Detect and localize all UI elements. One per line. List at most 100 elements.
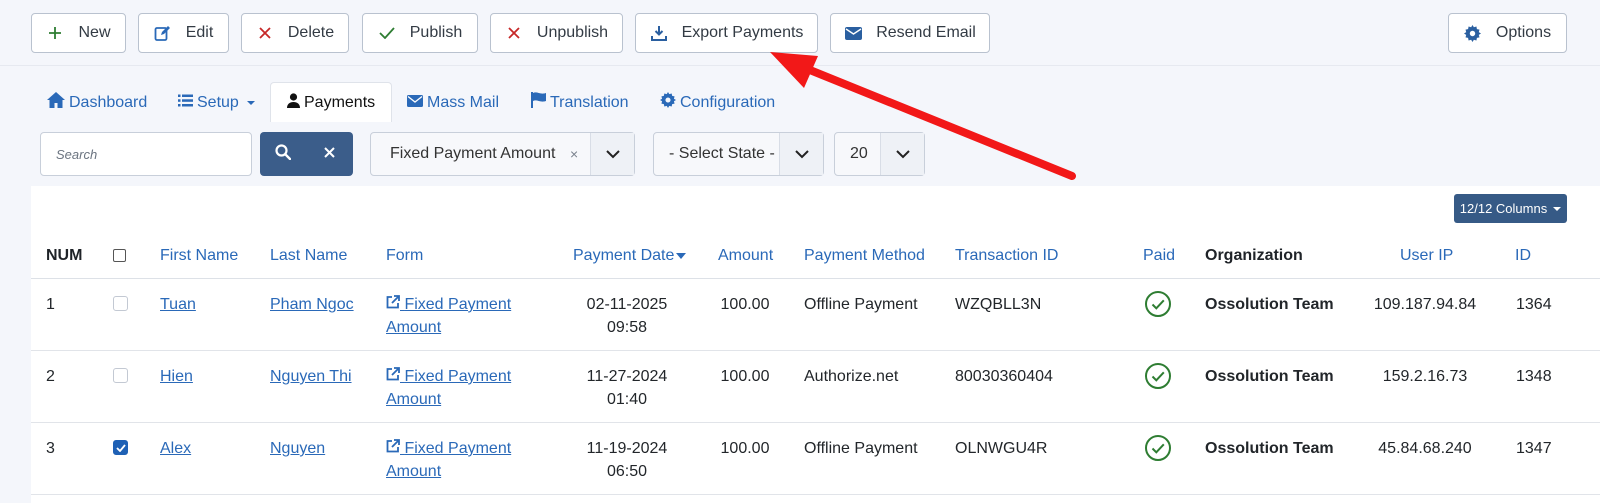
filter-bar: Fixed Payment Amount × - Select State - … (31, 122, 1600, 186)
unpublish-button[interactable]: Unpublish (490, 13, 623, 53)
flag-icon (531, 92, 546, 113)
column-first-name[interactable]: First Name (160, 232, 238, 279)
select-all-checkbox[interactable] (113, 249, 126, 262)
export-payments-button[interactable]: Export Payments (635, 13, 818, 53)
payment-method: Authorize.net (804, 368, 899, 385)
options-button-label: Options (1495, 24, 1552, 41)
column-payment-date[interactable]: Payment Date (573, 232, 686, 279)
payment-date: 11-27-2024 01:40 (577, 365, 677, 411)
user-ip: 159.2.16.73 (1382, 368, 1468, 385)
tab-setup[interactable]: Setup (178, 82, 255, 123)
paid-check-icon[interactable] (1144, 434, 1172, 462)
list-limit-select[interactable]: 20 (834, 132, 925, 176)
external-link-icon (386, 367, 400, 385)
download-icon (650, 24, 668, 42)
first-name-link[interactable]: Hien (160, 365, 193, 388)
payment-date: 11-19-2024 06:50 (577, 437, 677, 483)
transaction-id: OLNWGU4R (955, 440, 1048, 457)
state-filter-value: - Select State - (669, 145, 775, 162)
tab-translation[interactable]: Translation (531, 82, 629, 123)
amount: 100.00 (720, 440, 770, 457)
form-link[interactable]: Fixed Payment Amount (386, 293, 511, 339)
table-row: 1 Tuan Pham Ngoc Fixed Payment Amount 02… (31, 279, 1600, 351)
list-limit-value: 20 (850, 145, 868, 162)
form-filter-select[interactable]: Fixed Payment Amount × (370, 132, 635, 176)
column-transaction-id[interactable]: Transaction ID (955, 232, 1058, 279)
resend-email-label: Resend Email (876, 24, 976, 41)
delete-button-label: Delete (287, 24, 335, 41)
row-checkbox[interactable] (113, 440, 128, 455)
amount: 100.00 (720, 368, 770, 385)
last-name-link[interactable]: Pham Ngoc (270, 293, 354, 316)
columns-toggle-button[interactable]: 12/12 Columns (1454, 194, 1567, 223)
tab-translation-label: Translation (550, 93, 629, 111)
row-num: 3 (46, 440, 55, 457)
options-button[interactable]: Options (1448, 13, 1567, 53)
transaction-id: WZQBLL3N (955, 296, 1042, 313)
publish-button[interactable]: Publish (362, 13, 478, 53)
envelope-icon (407, 94, 423, 112)
clear-search-button[interactable] (306, 132, 352, 176)
chevron-down-icon (880, 133, 924, 175)
x-icon (505, 24, 523, 42)
state-filter-select[interactable]: - Select State - (653, 132, 824, 176)
gear-icon (660, 92, 676, 113)
row-num: 1 (46, 296, 55, 313)
last-name-link[interactable]: Nguyen Thi (270, 365, 352, 388)
column-amount[interactable]: Amount (718, 232, 773, 279)
first-name-link[interactable]: Alex (160, 437, 191, 460)
x-icon (256, 24, 274, 42)
plus-icon (46, 24, 64, 42)
form-link[interactable]: Fixed Payment Amount (386, 365, 511, 411)
list-icon (178, 94, 193, 112)
tab-payments-label: Payments (304, 94, 376, 111)
edit-button-label: Edit (185, 24, 214, 41)
payment-date-time: 01:40 (606, 391, 648, 408)
column-organization: Organization (1205, 246, 1303, 264)
row-checkbox[interactable] (113, 296, 128, 311)
clear-form-filter-icon[interactable]: × (570, 146, 578, 162)
paid-check-icon[interactable] (1144, 362, 1172, 390)
resend-email-button[interactable]: Resend Email (830, 13, 990, 53)
search-button[interactable] (260, 132, 306, 176)
last-name-link[interactable]: Nguyen (270, 437, 325, 460)
column-payment-method[interactable]: Payment Method (804, 232, 925, 279)
first-name-link[interactable]: Tuan (160, 293, 196, 316)
paid-check-icon[interactable] (1144, 290, 1172, 318)
unpublish-button-label: Unpublish (536, 24, 609, 41)
new-button[interactable]: New (31, 13, 126, 53)
tab-setup-label: Setup (197, 93, 239, 111)
amount: 100.00 (720, 296, 770, 313)
edit-icon (154, 24, 172, 42)
new-button-label: New (78, 24, 111, 41)
row-num: 2 (46, 368, 55, 385)
search-input[interactable] (40, 132, 252, 176)
form-link[interactable]: Fixed Payment Amount (386, 437, 511, 483)
toolbar: New Edit Delete Publish Unpublish Export… (0, 0, 1600, 66)
record-id: 1348 (1516, 368, 1552, 385)
tab-payments[interactable]: Payments (270, 82, 393, 123)
form-link-line1: Fixed Payment (404, 296, 512, 313)
column-paid[interactable]: Paid (1143, 232, 1175, 279)
tab-configuration[interactable]: Configuration (660, 82, 775, 123)
tab-dashboard[interactable]: Dashboard (47, 82, 147, 123)
user-ip: 109.187.94.84 (1373, 296, 1477, 313)
column-user-ip[interactable]: User IP (1400, 232, 1453, 279)
delete-button[interactable]: Delete (241, 13, 349, 53)
column-id[interactable]: ID (1515, 232, 1531, 279)
column-last-name[interactable]: Last Name (270, 232, 347, 279)
column-form[interactable]: Form (386, 232, 423, 279)
export-payments-label: Export Payments (681, 24, 804, 41)
close-icon (323, 145, 335, 163)
payment-method: Offline Payment (804, 296, 918, 313)
table-row: 3 Alex Nguyen Fixed Payment Amount 11-19… (31, 423, 1600, 495)
table-header: NUM First Name Last Name Form Payment Da… (31, 232, 1600, 279)
row-checkbox[interactable] (113, 368, 128, 383)
edit-button[interactable]: Edit (138, 13, 229, 53)
record-id: 1347 (1516, 440, 1552, 457)
publish-button-label: Publish (409, 24, 463, 41)
organization: Ossolution Team (1205, 368, 1334, 385)
payment-date-time: 09:58 (606, 319, 648, 336)
tab-mass-mail[interactable]: Mass Mail (407, 82, 499, 123)
tab-configuration-label: Configuration (680, 93, 776, 111)
